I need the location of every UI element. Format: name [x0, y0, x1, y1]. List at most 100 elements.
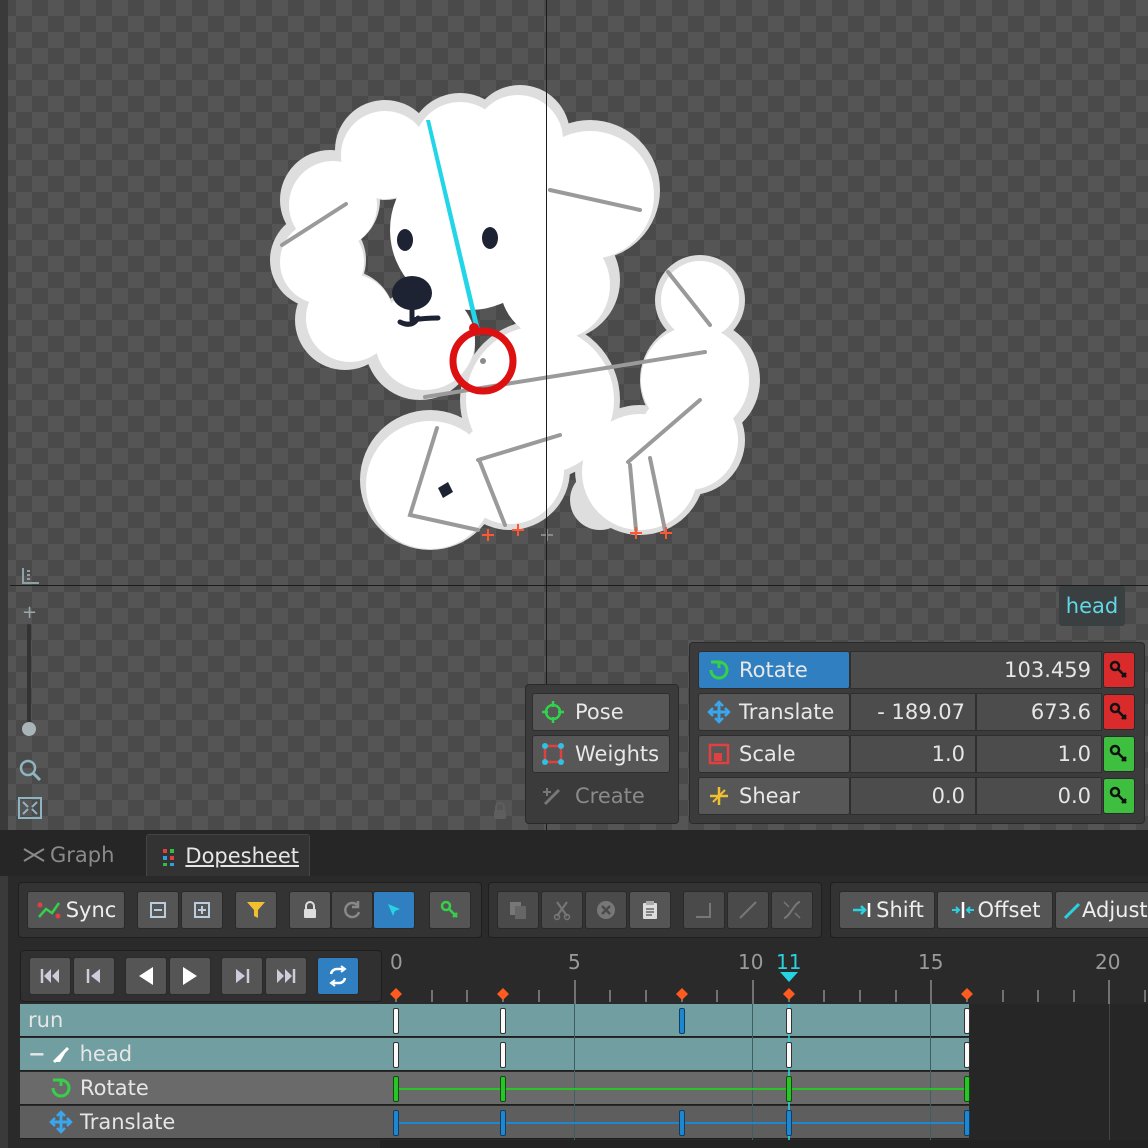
rotate-icon	[51, 1078, 71, 1098]
translate-button[interactable]: Translate	[698, 693, 850, 731]
scale-x-field[interactable]: 1.0	[850, 735, 976, 773]
filter-icon	[247, 902, 265, 918]
last-frame-button[interactable]	[265, 957, 307, 995]
pose-icon	[542, 701, 564, 723]
zoom-slider-handle[interactable]	[22, 722, 36, 736]
keyframe-marker[interactable]	[393, 1110, 399, 1136]
step-back-icon	[86, 969, 100, 983]
stepped-curve-button[interactable]	[683, 891, 725, 929]
key-icon	[1109, 744, 1127, 762]
keyframe-marker[interactable]	[393, 1008, 399, 1034]
sync-icon	[37, 902, 61, 919]
fit-view-icon[interactable]	[17, 796, 43, 824]
keyframe-marker[interactable]	[500, 1076, 506, 1102]
translate-x-field[interactable]: - 189.07	[850, 693, 976, 731]
rotate-button[interactable]: Rotate	[698, 651, 850, 689]
dopesheet-icon	[163, 848, 174, 866]
first-frame-button[interactable]	[29, 957, 71, 995]
zoom-slider[interactable]	[27, 624, 31, 734]
copy-button[interactable]	[497, 891, 539, 929]
toolbar-group-left: Sync	[18, 882, 482, 938]
keyframe-marker[interactable]	[964, 1008, 970, 1034]
auto-key-button[interactable]	[429, 891, 471, 929]
keyframe-marker[interactable]	[393, 1042, 399, 1068]
weights-button[interactable]: Weights	[532, 735, 670, 773]
paste-button[interactable]	[629, 891, 671, 929]
ruler-icon[interactable]	[20, 566, 42, 586]
scale-key-button[interactable]	[1103, 736, 1135, 772]
auto-select-button[interactable]	[373, 891, 415, 929]
keyframe-marker[interactable]	[500, 1110, 506, 1136]
scale-button[interactable]: Scale	[698, 735, 850, 773]
row-translate-label: Translate	[80, 1110, 176, 1134]
tab-graph[interactable]: Graph	[10, 834, 124, 876]
shift-button[interactable]: Shift	[839, 891, 935, 929]
sync-button[interactable]: Sync	[27, 891, 125, 929]
collapse-toggle-icon[interactable]: −	[28, 1042, 46, 1066]
translate-key-button[interactable]	[1103, 694, 1135, 730]
delete-button[interactable]	[585, 891, 627, 929]
row-head-label: head	[79, 1042, 133, 1066]
frame-ruler[interactable]: 0 5 10 11 15 20	[380, 942, 1148, 1004]
playback-controls	[20, 950, 382, 1002]
dopesheet-toolbar: Sync Shift Offset Adjust	[8, 876, 1148, 942]
bezier-curve-button[interactable]	[771, 891, 813, 929]
play-button[interactable]	[169, 957, 211, 995]
expand-button[interactable]	[181, 891, 223, 929]
keyframe-marker[interactable]	[500, 1042, 506, 1068]
shear-x-field[interactable]: 0.0	[850, 777, 976, 815]
shear-key-button[interactable]	[1103, 778, 1135, 814]
lock-icon[interactable]	[492, 802, 508, 824]
adjust-button[interactable]: Adjust	[1055, 891, 1148, 929]
zoom-in-icon[interactable]: +	[22, 602, 37, 623]
prev-key-button[interactable]	[73, 957, 115, 995]
cut-button[interactable]	[541, 891, 583, 929]
scissors-icon	[553, 901, 571, 921]
next-key-button[interactable]	[221, 957, 263, 995]
keyframe-marker[interactable]	[786, 1008, 792, 1034]
lock-button[interactable]	[289, 891, 331, 929]
offset-icon	[952, 902, 975, 918]
toolbar-group-edit	[488, 882, 822, 938]
keyframe-marker[interactable]	[964, 1110, 970, 1136]
timeline-footer	[380, 1140, 1148, 1148]
loop-playback-button[interactable]	[317, 957, 359, 995]
pose-label: Pose	[575, 700, 624, 724]
keyframe-marker[interactable]	[500, 1008, 506, 1034]
keyframe-marker[interactable]	[786, 1110, 792, 1136]
create-label: Create	[575, 784, 645, 808]
play-reverse-button[interactable]	[125, 957, 167, 995]
tab-dopesheet[interactable]: Dopesheet	[146, 834, 310, 876]
keyframe-marker[interactable]	[964, 1076, 970, 1102]
expand-icon	[194, 902, 210, 918]
keyframe-marker[interactable]	[393, 1076, 399, 1102]
rotate-key-button[interactable]	[1103, 652, 1135, 688]
loop-button[interactable]	[331, 891, 373, 929]
collapse-button[interactable]	[137, 891, 179, 929]
track-area[interactable]	[390, 1004, 1148, 1140]
clipboard-icon	[643, 901, 657, 919]
shear-button[interactable]: Shear	[698, 777, 850, 815]
scale-label: Scale	[739, 742, 796, 766]
view-tabs: Graph Dopesheet	[0, 830, 1148, 876]
shift-label: Shift	[876, 898, 924, 922]
create-button[interactable]: Create	[532, 777, 670, 815]
linear-curve-button[interactable]	[727, 891, 769, 929]
keyframe-marker[interactable]	[786, 1042, 792, 1068]
rotate-value-field[interactable]: 103.459	[850, 651, 1102, 689]
offset-button[interactable]: Offset	[937, 891, 1053, 929]
shear-y-field[interactable]: 0.0	[976, 777, 1102, 815]
keyframe-marker[interactable]	[679, 1110, 685, 1136]
delete-icon	[597, 901, 615, 919]
pose-button[interactable]: Pose	[532, 693, 670, 731]
skip-end-icon	[277, 969, 296, 983]
scale-y-field[interactable]: 1.0	[976, 735, 1102, 773]
play-reverse-icon	[139, 967, 153, 985]
bone-name-tooltip: head	[1059, 586, 1125, 626]
keyframe-marker[interactable]	[679, 1008, 685, 1034]
translate-y-field[interactable]: 673.6	[976, 693, 1102, 731]
keyframe-marker[interactable]	[964, 1042, 970, 1068]
filter-button[interactable]	[235, 891, 277, 929]
zoom-search-icon[interactable]	[18, 758, 42, 786]
keyframe-marker[interactable]	[786, 1076, 792, 1102]
